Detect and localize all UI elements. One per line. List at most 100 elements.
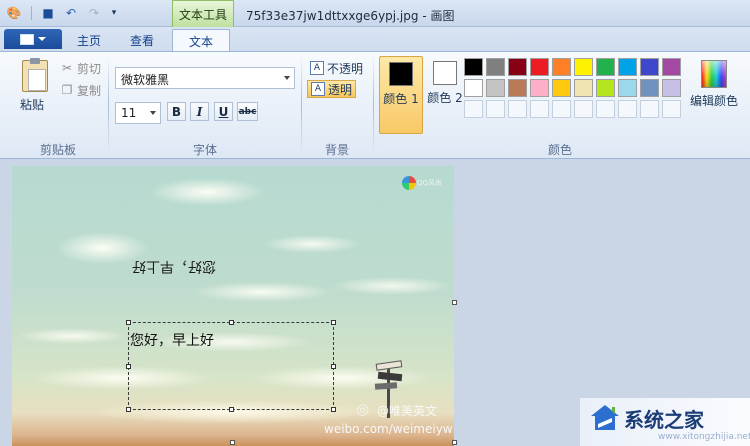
redo-icon[interactable]: ↷ xyxy=(86,5,102,21)
bold-button[interactable]: B xyxy=(167,102,186,121)
color-swatch[interactable] xyxy=(618,79,637,97)
resize-handle[interactable] xyxy=(331,407,336,412)
custom-color-slot[interactable] xyxy=(640,100,659,118)
customize-quick-access-icon[interactable]: ▾ xyxy=(106,5,122,21)
group-separator xyxy=(108,55,109,155)
transparent-label: 透明 xyxy=(328,82,353,97)
color-1-button[interactable]: 颜色 1 xyxy=(379,56,423,134)
paste-icon[interactable] xyxy=(22,58,48,92)
color-swatch[interactable] xyxy=(530,58,549,76)
font-size-combo[interactable]: 11 xyxy=(115,102,161,124)
tab-view[interactable]: 查看 xyxy=(118,30,166,51)
color-swatch[interactable] xyxy=(486,79,505,97)
chevron-down-icon xyxy=(150,111,156,115)
copy-button[interactable]: 复制 xyxy=(77,82,101,99)
watermark-subtext: www.xitongzhijia.net xyxy=(658,432,750,442)
color-swatch[interactable] xyxy=(574,58,593,76)
cut-button[interactable]: 剪切 xyxy=(77,60,101,77)
weibo-url: weibo.com/weimeiyw xyxy=(324,422,453,436)
custom-color-slot[interactable] xyxy=(464,100,483,118)
custom-color-slot[interactable] xyxy=(530,100,549,118)
color-swatch[interactable] xyxy=(552,58,571,76)
weibo-icon: ◎ xyxy=(356,400,370,418)
tab-text[interactable]: 文本 xyxy=(172,29,230,52)
custom-color-slot[interactable] xyxy=(662,100,681,118)
underline-button[interactable]: U xyxy=(214,102,233,121)
paint-menu-button[interactable] xyxy=(4,29,62,49)
document-icon xyxy=(20,33,34,45)
custom-color-slot[interactable] xyxy=(552,100,571,118)
edit-colors-label: 编辑颜色 xyxy=(689,94,738,108)
opaque-icon: A xyxy=(310,61,324,75)
color-swatch[interactable] xyxy=(596,79,615,97)
color-swatch[interactable] xyxy=(464,79,483,97)
resize-handle[interactable] xyxy=(229,320,234,325)
background-group-label: 背景 xyxy=(324,143,349,157)
save-icon[interactable]: ■ xyxy=(40,5,56,21)
custom-color-slot[interactable] xyxy=(486,100,505,118)
color-2-label: 颜色 2 xyxy=(427,91,463,105)
canvas-resize-handle[interactable] xyxy=(452,300,457,305)
tab-home[interactable]: 主页 xyxy=(66,30,112,51)
chevron-down-icon xyxy=(38,37,46,41)
edit-colors-icon xyxy=(701,60,727,88)
qq-logo-text: QQ风尚 xyxy=(417,179,443,187)
color-swatch[interactable] xyxy=(486,58,505,76)
resize-handle[interactable] xyxy=(126,407,131,412)
strikethrough-button[interactable]: abc xyxy=(237,102,258,121)
drawing-canvas[interactable]: QQ风尚 您好，早上好 您好，早上好 ◎ @唯美英文 weibo.com/wei… xyxy=(12,166,454,446)
color-swatch[interactable] xyxy=(662,58,681,76)
edit-colors-button[interactable]: 编辑颜色 xyxy=(684,60,744,109)
group-separator xyxy=(373,55,374,155)
resize-handle[interactable] xyxy=(331,320,336,325)
window-title: 75f33e37jw1dttxxge6ypj.jpg - 画图 xyxy=(246,9,455,23)
clipboard-group-label: 剪贴板 xyxy=(39,143,76,157)
color-swatch[interactable] xyxy=(552,79,571,97)
title-bar: 🎨 ■ ↶ ↷ ▾ 文本工具 75f33e37jw1dttxxge6ypj.jp… xyxy=(0,0,750,27)
custom-color-slot[interactable] xyxy=(508,100,527,118)
color-2-swatch xyxy=(433,61,457,85)
color-swatch[interactable] xyxy=(640,58,659,76)
transparent-icon: A xyxy=(311,82,325,96)
text-tools-context-tab: 文本工具 xyxy=(172,0,234,27)
undo-icon[interactable]: ↶ xyxy=(63,5,79,21)
font-family-combo[interactable]: 微软雅黑 xyxy=(115,67,295,89)
colors-group-label: 颜色 xyxy=(547,143,572,157)
opaque-label: 不透明 xyxy=(327,61,364,76)
color-swatch[interactable] xyxy=(618,58,637,76)
house-logo-icon xyxy=(591,405,619,430)
color-2-button[interactable]: 颜色 2 xyxy=(423,56,467,134)
italic-button[interactable]: I xyxy=(190,102,209,121)
resize-handle[interactable] xyxy=(229,407,234,412)
transparent-option[interactable]: A 透明 xyxy=(307,80,357,98)
text-box-content[interactable]: 您好，早上好 xyxy=(130,330,214,350)
resize-handle[interactable] xyxy=(126,320,131,325)
canvas-resize-handle[interactable] xyxy=(452,440,457,445)
color-swatch[interactable] xyxy=(662,79,681,97)
color-swatch[interactable] xyxy=(530,79,549,97)
color-swatch[interactable] xyxy=(508,58,527,76)
color-swatch[interactable] xyxy=(508,79,527,97)
paste-button[interactable]: 粘贴 xyxy=(20,96,44,113)
custom-color-slot[interactable] xyxy=(618,100,637,118)
mirrored-text: 您好，早上好 xyxy=(132,258,216,274)
copy-icon: ❐ xyxy=(61,83,73,97)
resize-handle[interactable] xyxy=(126,364,131,369)
color-swatch[interactable] xyxy=(640,79,659,97)
font-family-value: 微软雅黑 xyxy=(121,73,170,87)
custom-color-slot[interactable] xyxy=(596,100,615,118)
weibo-name: @唯美英文 xyxy=(377,404,438,418)
color-swatch[interactable] xyxy=(464,58,483,76)
chevron-down-icon xyxy=(284,76,290,80)
font-size-value: 11 xyxy=(121,106,137,120)
canvas-resize-handle[interactable] xyxy=(230,440,235,445)
resize-handle[interactable] xyxy=(331,364,336,369)
watermark-text: 系统之家 xyxy=(624,408,704,432)
scissors-icon: ✂ xyxy=(61,61,73,75)
custom-color-slot[interactable] xyxy=(574,100,593,118)
opaque-option[interactable]: A 不透明 xyxy=(307,59,366,77)
color-swatch[interactable] xyxy=(596,58,615,76)
color-1-label: 颜色 1 xyxy=(383,92,419,106)
color-swatch[interactable] xyxy=(574,79,593,97)
paint-app-icon[interactable]: 🎨 xyxy=(6,5,22,21)
